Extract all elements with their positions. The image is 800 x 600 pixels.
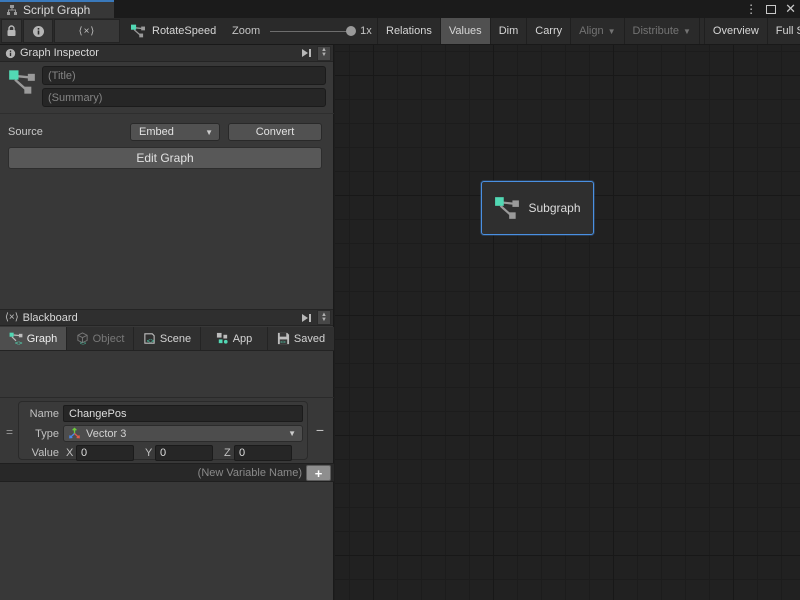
variable-item: Name Type Vector 3 ▼ Value X — [18, 401, 308, 460]
blackboard-tabs: <> Graph <> Object <> — [0, 327, 334, 351]
drag-handle-icon[interactable]: = — [6, 425, 13, 439]
graph-inspector-header[interactable]: Graph Inspector ▲▼ — [0, 45, 333, 62]
z-label: Z — [224, 447, 231, 459]
y-value-input[interactable] — [155, 445, 213, 461]
dim-button[interactable]: Dim — [491, 18, 528, 44]
svg-text:<>: <> — [147, 338, 155, 345]
graph-title-input[interactable] — [42, 66, 326, 85]
x-value-input[interactable] — [76, 445, 134, 461]
svg-text:<>: <> — [79, 341, 86, 345]
graph-variables-section: <> Graph Variables These variables are l… — [0, 352, 334, 398]
info-icon — [32, 25, 45, 38]
chevron-down-icon: ▼ — [205, 128, 213, 137]
blackboard-header[interactable]: ⟨×⟩ Blackboard ▲▼ — [0, 309, 333, 326]
variables-icon: ⟨×⟩ — [5, 312, 19, 323]
value-label: Value — [19, 447, 59, 459]
align-button[interactable]: Align▼ — [571, 18, 624, 44]
tab-object[interactable]: <> Object — [67, 327, 134, 350]
add-variable-button[interactable]: + — [306, 465, 331, 481]
close-icon[interactable]: ✕ — [785, 2, 796, 16]
variable-name-input[interactable] — [63, 405, 303, 422]
zoom-control: Zoom 1x — [232, 18, 372, 44]
info-icon — [5, 48, 16, 59]
scroll-arrows-icon[interactable]: ▲▼ — [317, 46, 331, 61]
new-variable-input[interactable] — [20, 465, 302, 481]
zoom-slider-handle[interactable] — [346, 26, 356, 36]
tab-app[interactable]: App — [201, 327, 268, 350]
tab-scene[interactable]: <> Scene — [134, 327, 201, 350]
lock-icon — [6, 25, 17, 37]
divider — [0, 113, 334, 114]
scroll-arrows-icon[interactable]: ▲▼ — [317, 310, 331, 325]
vector3-icon — [68, 427, 81, 440]
floppy-icon: <> — [277, 332, 290, 345]
maximize-icon[interactable] — [766, 5, 776, 14]
z-value-input[interactable] — [234, 445, 292, 461]
type-label: Type — [19, 428, 59, 440]
full-screen-button[interactable]: Full Screen — [768, 18, 800, 44]
graph-toolbar: ⟨×⟩ RotateSpeed Zoom 1x Relations Values — [0, 18, 800, 45]
graph-node-icon — [494, 196, 520, 220]
graph-node-icon: <> — [9, 332, 23, 345]
tab-script-graph[interactable]: Script Graph — [0, 0, 114, 18]
graph-node-icon — [130, 24, 146, 38]
zoom-value: 1x — [360, 25, 372, 37]
graph-summary-input[interactable] — [42, 88, 326, 107]
breadcrumb[interactable]: RotateSpeed — [130, 18, 216, 44]
chevron-down-icon: ▼ — [683, 27, 691, 36]
panel-title: Graph Inspector — [20, 47, 99, 59]
window-controls: ⋮ ✕ — [745, 1, 796, 17]
zoom-slider[interactable] — [270, 31, 352, 32]
svg-text:<>: <> — [15, 339, 23, 345]
overview-button[interactable]: Overview — [704, 18, 768, 44]
graph-node-icon — [8, 69, 36, 95]
scene-icon: <> — [143, 332, 156, 345]
blackboard-toggle-button[interactable]: ⟨×⟩ — [54, 19, 120, 43]
breadcrumb-label: RotateSpeed — [152, 25, 216, 37]
app-icon — [216, 332, 229, 345]
tab-title: Script Graph — [23, 3, 90, 17]
variables-icon: ⟨×⟩ — [79, 26, 96, 37]
y-label: Y — [145, 447, 152, 459]
variable-type-dropdown[interactable]: Vector 3 ▼ — [63, 425, 303, 442]
inspector-toggle-button[interactable] — [23, 19, 53, 43]
source-label: Source — [8, 126, 43, 138]
new-variable-row: + — [0, 463, 334, 482]
distribute-button[interactable]: Distribute▼ — [625, 18, 700, 44]
name-label: Name — [19, 408, 59, 420]
relations-button[interactable]: Relations — [378, 18, 441, 44]
convert-button[interactable]: Convert — [228, 123, 322, 141]
source-dropdown[interactable]: Embed ▼ — [130, 123, 220, 141]
chevron-down-icon: ▼ — [608, 27, 616, 36]
toolbar-actions: Relations Values Dim Carry Align▼ Distri… — [377, 18, 800, 44]
panel-title: Blackboard — [23, 312, 78, 324]
tab-saved[interactable]: <> Saved — [268, 327, 334, 350]
subgraph-node[interactable]: Subgraph — [481, 181, 594, 235]
script-graph-window: Script Graph ⋮ ✕ — [0, 0, 800, 600]
carry-button[interactable]: Carry — [527, 18, 571, 44]
dock-icon[interactable] — [298, 311, 314, 324]
menu-icon[interactable]: ⋮ — [745, 2, 757, 16]
tab-graph[interactable]: <> Graph — [0, 327, 67, 350]
svg-text:<>: <> — [280, 340, 286, 345]
node-label: Subgraph — [528, 201, 580, 215]
graph-canvas[interactable]: Subgraph — [335, 45, 800, 600]
values-button[interactable]: Values — [441, 18, 491, 44]
lock-button[interactable] — [1, 19, 22, 43]
remove-variable-button[interactable]: − — [312, 422, 328, 438]
dock-icon[interactable] — [298, 47, 314, 60]
edit-graph-button[interactable]: Edit Graph — [8, 147, 322, 169]
x-label: X — [66, 447, 73, 459]
cube-icon: <> — [76, 332, 89, 345]
tab-strip: Script Graph ⋮ ✕ — [0, 0, 800, 18]
chevron-down-icon: ▼ — [288, 429, 296, 438]
zoom-label: Zoom — [232, 25, 260, 37]
script-graph-icon — [6, 4, 18, 16]
side-panel: Graph Inspector ▲▼ Source Em — [0, 45, 334, 600]
